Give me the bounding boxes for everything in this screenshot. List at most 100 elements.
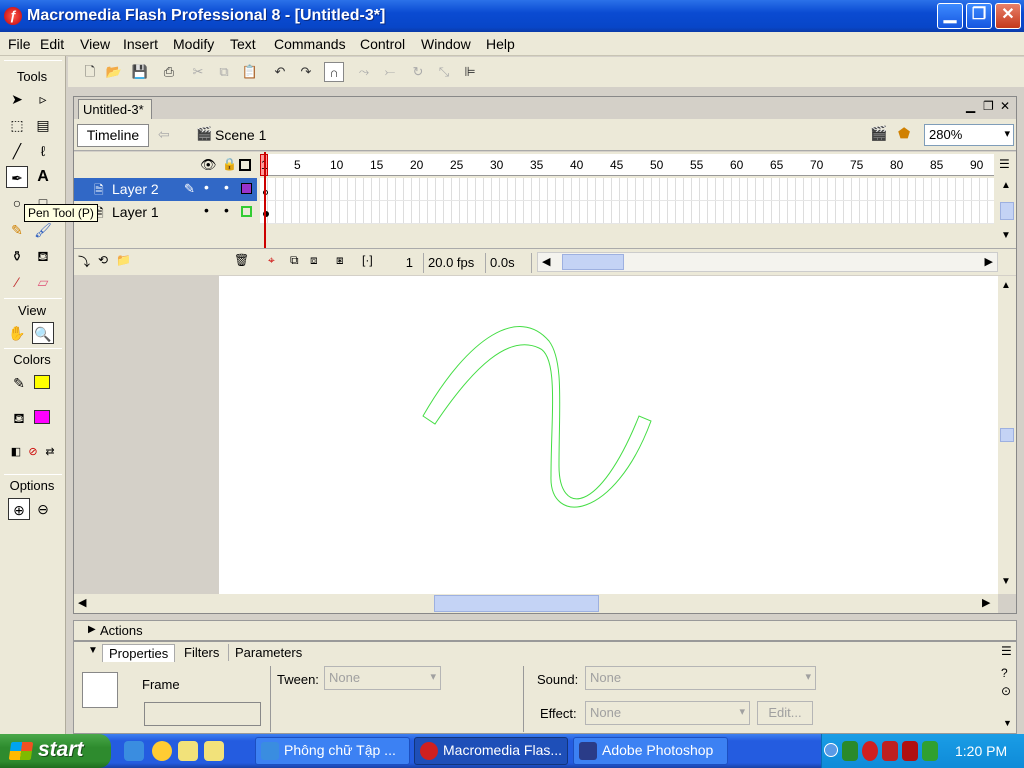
tween-select[interactable]: None ▾ — [324, 666, 441, 690]
insert-layer-icon[interactable]: ⤵ — [78, 253, 90, 270]
scroll-left-icon[interactable]: ◀ — [78, 596, 86, 609]
show-hidden-icons-icon[interactable] — [824, 743, 838, 757]
fill-transform-tool-icon[interactable]: ▤ — [32, 114, 54, 136]
menu-window[interactable]: Window — [421, 36, 471, 52]
scroll-thumb[interactable] — [562, 254, 624, 270]
menu-edit[interactable]: Edit — [40, 36, 64, 52]
menu-file[interactable]: File — [8, 36, 31, 52]
fill-color-swatch[interactable] — [34, 410, 50, 424]
tab-filters[interactable]: Filters — [178, 644, 225, 661]
sound-select[interactable]: None ▾ — [585, 666, 816, 690]
collapse-arrow-icon[interactable]: ▼ — [88, 645, 98, 656]
task-button[interactable]: Adobe Photoshop — [573, 737, 728, 765]
straighten-icon[interactable]: ⤚ — [380, 62, 400, 82]
scroll-up-icon[interactable]: ▲ — [1001, 180, 1011, 191]
redo-icon[interactable]: ↷ — [296, 62, 316, 82]
menu-modify[interactable]: Modify — [173, 36, 214, 52]
layer-row[interactable]: 🗎 Layer 1 • • — [74, 201, 257, 224]
frames-row[interactable] — [260, 178, 994, 201]
onion-outline-icon[interactable]: ⧈ — [310, 253, 318, 268]
layer-outline-swatch[interactable] — [241, 206, 252, 217]
close-button[interactable]: ✕ — [995, 3, 1021, 29]
eye-icon[interactable]: 👁 — [200, 157, 217, 173]
stage-vertical-scrollbar[interactable]: ▲ ▼ — [998, 276, 1016, 594]
ati-tray-icon[interactable] — [902, 741, 918, 761]
help-quicklaunch-icon[interactable] — [178, 741, 198, 761]
zoom-in-icon[interactable]: ⊕ — [8, 498, 30, 520]
center-frame-icon[interactable]: ⌖ — [268, 253, 275, 268]
start-button[interactable]: start — [0, 734, 111, 768]
timeline-menu-icon[interactable]: ☰ — [999, 157, 1010, 171]
eyedropper-tool-icon[interactable]: ⁄ — [6, 271, 28, 293]
copy-icon[interactable]: ⧉ — [214, 62, 234, 82]
visibility-dot[interactable]: • — [204, 202, 209, 218]
panel-menu-icon[interactable]: ☰ — [1001, 644, 1012, 658]
frame-name-input[interactable] — [144, 702, 261, 726]
zoom-select[interactable]: 280% ▾ — [924, 124, 1014, 146]
onion-skin-icon[interactable]: ⧉ — [290, 253, 299, 268]
task-button[interactable]: Macromedia Flas... — [414, 737, 568, 765]
undo-icon[interactable]: ↶ — [270, 62, 290, 82]
menu-commands[interactable]: Commands — [274, 36, 346, 52]
frame-rate[interactable]: 20.0 fps — [424, 253, 486, 273]
open-file-icon[interactable]: 📂 — [104, 62, 124, 82]
stage-horizontal-scrollbar[interactable]: ◀ ▶ — [74, 594, 998, 613]
tab-parameters[interactable]: Parameters — [228, 644, 308, 661]
snap-magnet-icon[interactable]: ∩ — [324, 62, 344, 82]
help2-quicklaunch-icon[interactable] — [204, 741, 224, 761]
paste-icon[interactable]: 📋 — [240, 62, 260, 82]
network-tray-icon[interactable] — [842, 741, 858, 761]
visibility-dot[interactable]: • — [204, 179, 209, 195]
add-motion-guide-icon[interactable]: ⟲ — [98, 253, 108, 267]
scroll-thumb[interactable] — [1000, 428, 1014, 442]
timeline-button[interactable]: Timeline — [77, 124, 149, 147]
scroll-right-icon[interactable]: ▶ — [985, 255, 993, 268]
doc-restore-icon[interactable]: ❐ — [983, 99, 994, 113]
print-icon[interactable]: ⎙ — [159, 62, 179, 82]
eraser-tool-icon[interactable]: ▱ — [32, 271, 54, 293]
maximize-button[interactable]: ❐ — [966, 3, 992, 29]
effect-select[interactable]: None ▾ — [585, 701, 750, 725]
align-icon[interactable]: ⊫ — [460, 62, 480, 82]
arrow-tool-icon[interactable]: ➤ — [6, 88, 28, 110]
lock-dot[interactable]: • — [224, 202, 229, 218]
help-icon[interactable]: ? — [1001, 666, 1008, 680]
timeline-scrollbar[interactable]: ▲ ▼ — [998, 178, 1016, 248]
swap-colors-icon[interactable]: ⇄ — [39, 441, 61, 463]
doc-minimize-icon[interactable]: ▁ — [966, 99, 975, 113]
doc-close-icon[interactable]: ✕ — [1000, 99, 1010, 113]
expand-arrow-icon[interactable]: ▶ — [88, 624, 96, 635]
layer-row[interactable]: 🗎 Layer 2 ✎ • • — [74, 178, 257, 201]
tab-properties[interactable]: Properties — [102, 644, 176, 662]
lasso-tool-icon[interactable]: ℓ — [32, 140, 54, 162]
scroll-left-icon[interactable]: ◀ — [542, 255, 550, 268]
frames-row[interactable] — [260, 201, 994, 224]
modify-markers-icon[interactable]: [·] — [362, 253, 373, 267]
scroll-thumb[interactable] — [434, 595, 599, 612]
save-icon[interactable]: 💾 — [130, 62, 150, 82]
ie-quicklaunch-icon[interactable] — [124, 741, 144, 761]
flash-logo-icon[interactable]: ƒ — [4, 7, 22, 25]
menu-control[interactable]: Control — [360, 36, 405, 52]
new-file-icon[interactable]: 🗋 — [80, 62, 100, 82]
scroll-down-icon[interactable]: ▼ — [1001, 230, 1011, 241]
insert-folder-icon[interactable]: 📁 — [116, 253, 131, 267]
cut-icon[interactable]: ✂ — [188, 62, 208, 82]
back-arrow-icon[interactable]: ⇦ — [158, 126, 170, 143]
zoom-tool-icon[interactable]: 🔍 — [32, 322, 54, 344]
scroll-down-icon[interactable]: ▼ — [1001, 576, 1011, 587]
rotate-icon[interactable]: ↻ — [408, 62, 428, 82]
edit-button[interactable]: Edit... — [757, 701, 813, 725]
lock-icon[interactable]: 🔒 — [222, 157, 237, 171]
frame-scrollbar[interactable]: ◀ ▶ — [537, 252, 998, 272]
lock-dot[interactable]: • — [224, 179, 229, 195]
expand-panel-icon[interactable]: ▼ — [1003, 718, 1012, 728]
acrobat-tray-icon[interactable] — [882, 741, 898, 761]
stroke-color-swatch[interactable] — [34, 375, 50, 389]
stage[interactable] — [219, 276, 998, 594]
accessibility-icon[interactable]: ⊙ — [1001, 684, 1011, 698]
outline-icon[interactable] — [239, 159, 251, 171]
minimize-button[interactable]: ▁ — [937, 3, 963, 29]
free-transform-tool-icon[interactable]: ⬚ — [6, 114, 28, 136]
menu-text[interactable]: Text — [230, 36, 256, 52]
